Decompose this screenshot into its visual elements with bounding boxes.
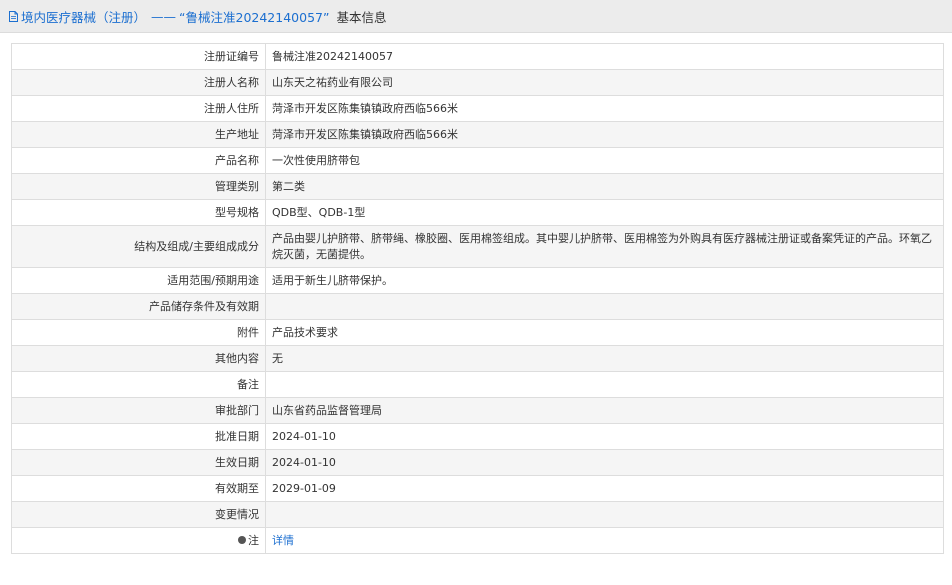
document-icon [9,10,18,22]
table-row: 变更情况 [11,501,944,528]
info-table-container: 注册证编号 鲁械注准20242140057 注册人名称 山东天之祐药业有限公司 注册… [11,43,944,554]
details-link[interactable]: 详情 [272,534,294,547]
note-label-cell: 注 [11,527,266,554]
row-label: 生效日期 [11,449,266,476]
row-value: 无 [265,345,944,372]
row-label: 有效期至 [11,475,266,502]
row-label: 审批部门 [11,397,266,424]
note-value-cell: 详情 [265,527,944,554]
row-label: 适用范围/预期用途 [11,267,266,294]
table-row: 注册证编号 鲁械注准20242140057 [11,43,944,70]
row-label: 产品名称 [11,147,266,174]
table-row: 批准日期 2024-01-10 [11,423,944,450]
row-label: 注册人住所 [11,95,266,122]
row-value: 适用于新生儿脐带保护。 [265,267,944,294]
row-label: 备注 [11,371,266,398]
header-category[interactable]: 境内医疗器械（注册） [21,7,146,26]
table-row: 审批部门 山东省药品监督管理局 [11,397,944,424]
row-value [265,293,944,320]
row-value: 产品由婴儿护脐带、脐带绳、橡胶圈、医用棉签组成。其中婴儿护脐带、医用棉签为外购具… [265,225,944,268]
row-label: 生产地址 [11,121,266,148]
row-label: 变更情况 [11,501,266,528]
header-dash: —— [151,8,177,24]
row-value: 菏泽市开发区陈集镇镇政府西临566米 [265,95,944,122]
row-value: 菏泽市开发区陈集镇镇政府西临566米 [265,121,944,148]
table-row: 注册人名称 山东天之祐药业有限公司 [11,69,944,96]
table-row: 生效日期 2024-01-10 [11,449,944,476]
row-value [265,501,944,528]
row-value: 鲁械注准20242140057 [265,43,944,70]
row-value: 2024-01-10 [265,449,944,476]
info-table: 注册证编号 鲁械注准20242140057 注册人名称 山东天之祐药业有限公司 注册… [11,43,944,554]
row-value [265,371,944,398]
row-value: 2024-01-10 [265,423,944,450]
row-label: 注册人名称 [11,69,266,96]
table-row: 适用范围/预期用途 适用于新生儿脐带保护。 [11,267,944,294]
table-row: 其他内容无 [11,345,944,372]
table-row: 型号规格 QDB型、QDB-1型 [11,199,944,226]
row-value: 山东省药品监督管理局 [265,397,944,424]
table-row: 注册人住所 菏泽市开发区陈集镇镇政府西临566米 [11,95,944,122]
header-title: “鲁械注准20242140057” [179,9,330,25]
table-row: 产品储存条件及有效期 [11,293,944,320]
table-row: 备注 [11,371,944,398]
row-label: 批准日期 [11,423,266,450]
table-row: 管理类别 第二类 [11,173,944,200]
table-row: 产品名称 一次性使用脐带包 [11,147,944,174]
row-value: QDB型、QDB-1型 [265,199,944,226]
table-row: 有效期至 2029-01-09 [11,475,944,502]
note-row: 注 详情 [11,527,944,554]
row-value: 2029-01-09 [265,475,944,502]
row-label: 产品储存条件及有效期 [11,293,266,320]
row-value: 一次性使用脐带包 [265,147,944,174]
pin-icon [238,535,246,544]
header-suffix: 基本信息 [336,9,387,25]
row-label: 管理类别 [11,173,266,200]
row-value: 产品技术要求 [265,319,944,346]
table-row: 附件 产品技术要求 [11,319,944,346]
row-label: 注册证编号 [11,43,266,70]
row-label: 其他内容 [11,345,266,372]
row-value: 山东天之祐药业有限公司 [265,69,944,96]
page-header: 境内医疗器械（注册） —— “鲁械注准20242140057” 基本信息 [0,0,952,33]
table-row: 生产地址 菏泽市开发区陈集镇镇政府西临566米 [11,121,944,148]
note-label: 注 [248,533,259,547]
table-row: 结构及组成/主要组成成分 产品由婴儿护脐带、脐带绳、橡胶圈、医用棉签组成。其中婴儿… [11,225,944,268]
row-value: 第二类 [265,173,944,200]
row-label: 附件 [11,319,266,346]
row-label: 型号规格 [11,199,266,226]
row-label: 结构及组成/主要组成成分 [11,225,266,268]
